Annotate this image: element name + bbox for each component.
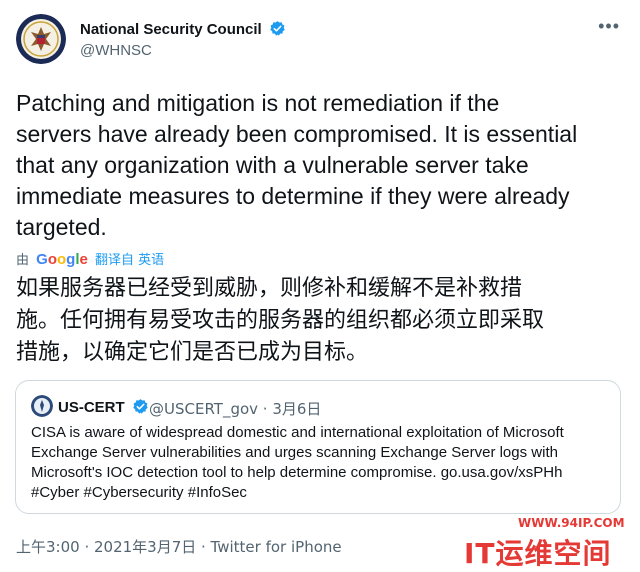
quoted-text-line: #Cyber #Cybersecurity #InfoSec: [31, 484, 247, 501]
watermark-url: WWW.94IP.COM: [516, 516, 627, 530]
translated-text-line: 施。任何拥有易受攻击的服务器的组织都必须立即采取: [16, 308, 545, 333]
tweet-text-line: Patching and mitigation is not remediati…: [16, 90, 500, 116]
quoted-author-name[interactable]: US-CERT: [58, 398, 149, 416]
tweet-text-line: immediate measures to determine if they …: [16, 183, 570, 209]
author-avatar[interactable]: [16, 14, 66, 64]
translation-attribution: 由 Google 翻译自 英语: [16, 249, 164, 268]
tweet-text-line: that any organization with a vulnerable …: [16, 152, 529, 178]
translation-source-link[interactable]: 翻译自 英语: [95, 253, 164, 268]
us-cert-seal-icon: [31, 395, 53, 417]
verified-badge-icon: [133, 399, 148, 414]
tweet-text: Patching and mitigation is not remediati…: [16, 88, 626, 243]
tweet-text-line: targeted.: [16, 214, 107, 240]
quoted-author-name-text[interactable]: US-CERT: [58, 399, 125, 416]
author-handle[interactable]: @WHNSC: [80, 42, 152, 59]
translation-by-prefix: 由: [16, 253, 30, 268]
presidential-seal-icon: [16, 14, 66, 64]
translated-text-line: 措施，以确定它们是否已成为目标。: [16, 340, 369, 365]
quoted-text-line: CISA is aware of widespread domestic and…: [31, 424, 564, 441]
quoted-text-line: Exchange Server vulnerabilities and urge…: [31, 444, 558, 461]
quoted-text-line: Microsoft's IOC detection tool to help d…: [31, 464, 563, 481]
quoted-author-avatar[interactable]: [31, 395, 53, 417]
author-name-text[interactable]: National Security Council: [80, 21, 262, 38]
translated-text: 如果服务器已经受到威胁，则修补和缓解不是补救措 施。任何拥有易受攻击的服务器的组…: [16, 273, 616, 369]
watermark-brand: IT运维空间: [464, 537, 612, 570]
author-name[interactable]: National Security Council: [80, 20, 286, 38]
quoted-handle-date: @USCERT_gov · 3月6日: [149, 400, 322, 418]
quoted-tweet-text: CISA is aware of widespread domestic and…: [31, 423, 620, 503]
more-options-icon[interactable]: •••: [598, 16, 620, 37]
google-logo: Google: [36, 251, 88, 268]
quoted-tweet-card[interactable]: US-CERT @USCERT_gov · 3月6日 CISA is aware…: [15, 380, 621, 514]
verified-badge-icon: [270, 21, 285, 36]
translated-text-line: 如果服务器已经受到威胁，则修补和缓解不是补救措: [16, 276, 523, 301]
tweet-text-line: servers have already been compromised. I…: [16, 121, 578, 147]
tweet-timestamp[interactable]: 上午3:00 · 2021年3月7日 · Twitter for iPhone: [16, 536, 342, 557]
